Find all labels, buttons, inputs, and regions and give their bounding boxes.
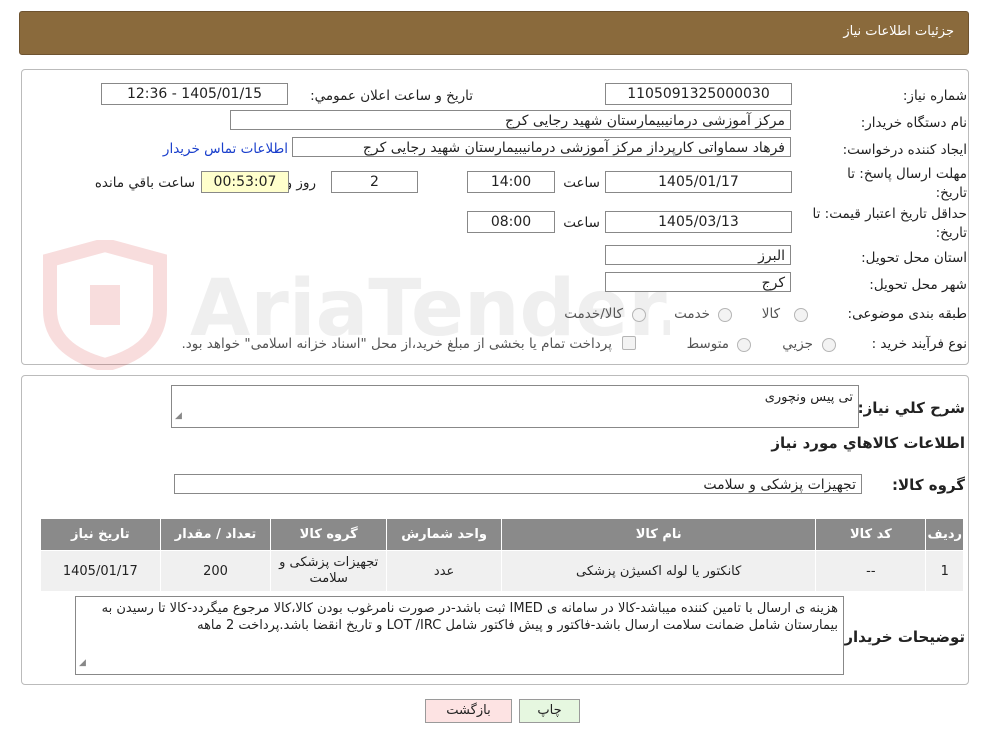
col-unit: واحد شمارش xyxy=(386,518,503,551)
group-label: گروه کالا: xyxy=(892,476,965,494)
buyer-org-field: مرکز آموزشی درمانیبیمارستان شهید رجایی ک… xyxy=(230,110,791,130)
table-row: 1 -- کانکتور یا لوله اکسیژن پزشکی عدد تج… xyxy=(40,550,964,592)
summary-field: تی پیس ونچوری ◢ xyxy=(171,385,859,428)
validity-date-field: 1405/03/13 xyxy=(605,211,792,233)
province-label: استان محل تحويل: xyxy=(861,250,967,266)
treasury-note: پرداخت تمام یا بخشی از مبلغ خرید،از محل … xyxy=(181,336,612,352)
radio-service-label: خدمت xyxy=(674,306,710,322)
radio-goods-service-label: کالا/خدمت xyxy=(564,306,623,322)
radio-medium[interactable] xyxy=(737,338,751,352)
back-button[interactable]: بازگشت xyxy=(425,699,512,723)
col-group: گروه کالا xyxy=(270,518,388,551)
validity-time-label: ساعت xyxy=(563,215,600,231)
col-qty: تعداد / مقدار xyxy=(159,518,272,551)
city-label: شهر محل تحويل: xyxy=(869,277,967,293)
city-field: کرج xyxy=(605,272,791,292)
resize-grip-icon: ◢ xyxy=(175,411,182,421)
radio-goods[interactable] xyxy=(794,308,808,322)
reply-time-field: 14:00 xyxy=(467,171,555,193)
items-table: رديف کد کالا نام کالا واحد شمارش گروه کا… xyxy=(40,518,964,592)
notes-resize-grip-icon: ◢ xyxy=(79,658,86,668)
col-code: کد کالا xyxy=(815,518,927,551)
remaining-label: ساعت باقي مانده xyxy=(94,175,195,191)
treasury-checkbox[interactable] xyxy=(622,336,636,350)
col-date: تاريخ نياز xyxy=(40,518,161,551)
announce-label: تاريخ و ساعت اعلان عمومي: xyxy=(310,88,473,104)
buyer-notes-field: هزینه ی ارسال با تامین کننده میباشد-کالا… xyxy=(75,596,844,675)
summary-text: تی پیس ونچوری xyxy=(764,390,853,405)
cell-date: 1405/01/17 xyxy=(40,550,161,592)
page-title: جزئيات اطلاعات نياز xyxy=(843,24,954,39)
buyer-notes-text: هزینه ی ارسال با تامین کننده میباشد-کالا… xyxy=(101,601,838,633)
print-button[interactable]: چاپ xyxy=(519,699,580,723)
province-field: البرز xyxy=(605,245,791,265)
contact-link-wrap[interactable]: اطلاعات تماس خريدار xyxy=(163,141,288,157)
radio-service[interactable] xyxy=(718,308,732,322)
page-header: جزئيات اطلاعات نياز xyxy=(19,11,969,55)
validity-time-field: 08:00 xyxy=(467,211,555,233)
cell-row: 1 xyxy=(925,550,964,592)
cell-group: تجهیزات پزشکی و سلامت xyxy=(270,550,388,592)
radio-minor-label: جزيي xyxy=(782,336,813,352)
items-title: اطلاعات کالاهاي مورد نياز xyxy=(771,434,965,452)
cell-unit: عدد xyxy=(386,550,503,592)
buyer-org-label: نام دستگاه خريدار: xyxy=(860,115,967,131)
cell-qty: 200 xyxy=(159,550,272,592)
reply-time-label: ساعت xyxy=(563,175,600,191)
summary-label: شرح کلي نياز: xyxy=(857,399,965,417)
remaining-time-field: 00:53:07 xyxy=(201,171,289,193)
need-number-field: 1105091325000030 xyxy=(605,83,792,105)
requester-field: فرهاد سماواتی کارپرداز مرکز آموزشی درمان… xyxy=(292,137,791,157)
buyer-contact-link[interactable]: اطلاعات تماس خريدار xyxy=(163,141,288,157)
announce-field: 1405/01/15 - 12:36 xyxy=(101,83,288,105)
radio-goods-label: کالا xyxy=(761,306,780,322)
need-number-label: شماره نياز: xyxy=(902,88,967,104)
price-validity-label: حداقل تاريخ اعتبار قيمت: تا تاريخ: xyxy=(812,206,967,241)
cell-name: کانکتور یا لوله اکسیژن پزشکی xyxy=(501,550,817,592)
process-label: نوع فرآيند خريد : xyxy=(871,336,967,352)
col-row: رديف xyxy=(925,518,964,551)
group-field: تجهیزات پزشکی و سلامت xyxy=(174,474,862,494)
category-label: طبقه بندی موضوعی: xyxy=(847,306,967,322)
days-field: 2 xyxy=(331,171,418,193)
radio-minor[interactable] xyxy=(822,338,836,352)
reply-date-field: 1405/01/17 xyxy=(605,171,792,193)
requester-label: ايجاد کننده درخواست: xyxy=(842,142,967,158)
radio-goods-service[interactable] xyxy=(632,308,646,322)
buyer-notes-label: توضيحات خريدار: xyxy=(838,628,965,646)
table-header-row: رديف کد کالا نام کالا واحد شمارش گروه کا… xyxy=(40,518,964,551)
cell-code: -- xyxy=(815,550,927,592)
reply-deadline-label: مهلت ارسال پاسخ: تا تاريخ: xyxy=(847,166,967,201)
radio-medium-label: متوسط xyxy=(686,336,729,352)
col-name: نام کالا xyxy=(501,518,817,551)
days-label: روز و xyxy=(285,175,316,191)
